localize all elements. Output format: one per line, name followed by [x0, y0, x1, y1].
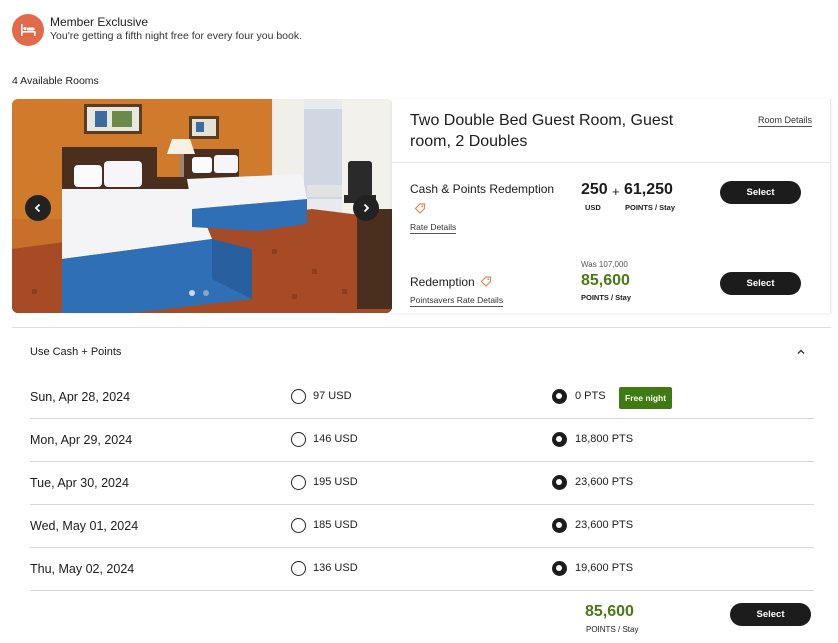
member-banner: Member Exclusive You're getting a fifth …	[12, 14, 302, 46]
divider	[392, 162, 830, 163]
night-usd: 195 USD	[313, 476, 358, 488]
points-radio[interactable]	[552, 432, 567, 447]
total-points-unit: POINTS / Stay	[586, 625, 639, 634]
redemption-points-price: 85,600	[581, 272, 630, 289]
photo-next-button[interactable]	[353, 195, 379, 221]
points-unit: POINTS / Stay	[625, 203, 676, 212]
rate-name-cash-points: Cash & Points Redemption	[410, 182, 555, 196]
room-photo[interactable]	[12, 99, 392, 313]
cash-radio[interactable]	[291, 389, 306, 404]
night-pts: 0 PTS	[575, 390, 606, 402]
rate-name-redemption: Redemption	[410, 275, 475, 289]
room-title: Two Double Bed Guest Room, Guest room, 2…	[410, 112, 674, 150]
pointsavers-rate-details-link[interactable]: Pointsavers Rate Details	[410, 295, 504, 307]
chevron-up-icon[interactable]	[796, 347, 806, 357]
night-row: Wed, May 01, 2024 185 USD 23,600 PTS	[30, 505, 814, 548]
cash-radio[interactable]	[291, 561, 306, 576]
night-row: Tue, Apr 30, 2024 195 USD 23,600 PTS	[30, 462, 814, 505]
points-radio[interactable]	[552, 389, 567, 404]
banner-subtitle: You're getting a fifth night free for ev…	[50, 30, 303, 42]
photo-prev-button[interactable]	[25, 195, 51, 221]
select-cash-points-button[interactable]: Select	[720, 181, 801, 204]
points-price: 61,250	[624, 181, 673, 198]
tag-icon	[480, 276, 492, 287]
night-usd: 146 USD	[313, 433, 358, 445]
night-usd: 97 USD	[313, 390, 352, 402]
cash-radio[interactable]	[291, 432, 306, 447]
night-date: Thu, May 02, 2024	[30, 562, 135, 576]
points-radio[interactable]	[552, 561, 567, 576]
select-redemption-button[interactable]: Select	[720, 272, 801, 295]
night-pts: 18,800 PTS	[575, 433, 634, 445]
photo-pagination	[189, 290, 209, 296]
night-row: Sun, Apr 28, 2024 97 USD 0 PTS Free nigh…	[30, 376, 814, 419]
was-points: Was 107,000	[581, 260, 628, 269]
divider	[12, 327, 831, 328]
banner-title: Member Exclusive	[50, 15, 149, 29]
cash-price: 250	[581, 181, 608, 198]
points-radio[interactable]	[552, 518, 567, 533]
room-card: Two Double Bed Guest Room, Guest room, 2…	[12, 99, 831, 313]
redemption-points-unit: POINTS / Stay	[581, 293, 632, 302]
night-date: Wed, May 01, 2024	[30, 519, 139, 533]
available-rooms-count: 4 Available Rooms	[12, 75, 99, 87]
photo-dot[interactable]	[203, 290, 209, 296]
tag-icon	[414, 203, 426, 214]
chevron-left-icon	[34, 203, 41, 213]
select-cash-points-total-button[interactable]: Select	[730, 603, 811, 626]
night-date: Tue, Apr 30, 2024	[30, 476, 129, 490]
night-pts: 23,600 PTS	[575, 476, 634, 488]
room-details-link[interactable]: Room Details	[757, 115, 812, 127]
cash-unit: USD	[585, 203, 601, 212]
night-row: Mon, Apr 29, 2024 146 USD 18,800 PTS	[30, 419, 814, 462]
plus-sign: +	[612, 184, 620, 199]
photo-dot[interactable]	[189, 290, 195, 296]
cash-radio[interactable]	[291, 475, 306, 490]
total-points: 85,600	[585, 603, 634, 620]
night-date: Sun, Apr 28, 2024	[30, 390, 131, 404]
cash-radio[interactable]	[291, 518, 306, 533]
room-info-panel: Two Double Bed Guest Room, Guest room, 2…	[392, 99, 831, 313]
night-pts: 23,600 PTS	[575, 519, 634, 531]
cash-points-title: Use Cash + Points	[30, 346, 122, 358]
free-night-badge: Free night	[619, 387, 673, 409]
chevron-right-icon	[363, 203, 370, 213]
bed-icon	[12, 14, 44, 46]
night-pts: 19,600 PTS	[575, 562, 634, 574]
night-row: Thu, May 02, 2024 136 USD 19,600 PTS	[30, 548, 814, 591]
rate-details-link[interactable]: Rate Details	[410, 222, 457, 234]
night-usd: 185 USD	[313, 519, 358, 531]
night-usd: 136 USD	[313, 562, 358, 574]
night-date: Mon, Apr 29, 2024	[30, 433, 133, 447]
points-radio[interactable]	[552, 475, 567, 490]
